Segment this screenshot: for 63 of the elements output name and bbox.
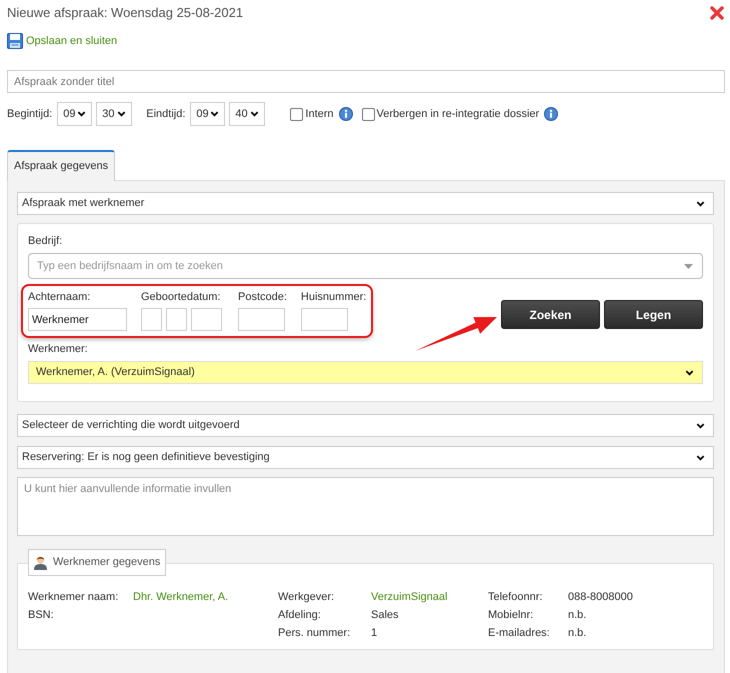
company-search-input[interactable]: Typ een bedrijfsnaam in om te zoeken xyxy=(28,253,703,279)
activity-select[interactable]: Selecteer de verrichting die wordt uitgevoerd xyxy=(17,414,714,437)
field-label: Achternaam: xyxy=(28,290,90,304)
field-label: Bedrijf: xyxy=(28,234,64,248)
checkbox[interactable] xyxy=(362,108,375,120)
postcode-input[interactable] xyxy=(238,308,285,331)
field-label: Telefoonnr: xyxy=(488,590,544,605)
field-label: BSN: xyxy=(28,608,55,623)
field-value: n.b. xyxy=(568,626,586,641)
field-label: Werknemer: xyxy=(28,342,89,356)
year-input[interactable] xyxy=(191,308,222,331)
employee-select[interactable]: Werknemer, A. (VerzuimSignaal) xyxy=(28,361,703,384)
close-icon[interactable] xyxy=(710,6,724,20)
field-label: Afdeling: xyxy=(278,608,322,623)
hour-select[interactable]: 09 xyxy=(57,102,92,126)
hour-select[interactable]: 09 xyxy=(190,102,226,126)
month-input[interactable] xyxy=(166,308,187,331)
minute-select[interactable]: 40 xyxy=(229,102,266,126)
chevron-down-icon xyxy=(696,200,705,206)
field-label: Werknemer naam: xyxy=(28,590,120,605)
house-number-input[interactable] xyxy=(300,308,348,331)
day-input[interactable] xyxy=(141,308,162,331)
field-label: Postcode: xyxy=(238,290,287,304)
action-button[interactable]: Legen xyxy=(604,300,703,329)
chevron-down-icon xyxy=(77,111,86,117)
field-value: 088-8008000 xyxy=(568,590,633,605)
field-value: n.b. xyxy=(568,608,586,623)
info-icon[interactable] xyxy=(544,107,558,121)
title-input[interactable]: Afspraak zonder titel xyxy=(7,70,725,93)
chevron-down-icon xyxy=(117,111,126,117)
window-title: Nieuwe afspraak: Woensdag 25-08-2021 xyxy=(7,5,244,21)
minute-select[interactable]: 30 xyxy=(96,102,132,126)
chevron-down-icon xyxy=(685,370,694,376)
field-value: 1 xyxy=(371,626,378,641)
save-link[interactable]: Opslaan en sluiten xyxy=(7,33,118,49)
legend-title: Werknemer gegevens xyxy=(53,555,160,570)
value-link[interactable]: Dhr. Werknemer, A. xyxy=(133,588,228,606)
field-value: Sales xyxy=(371,608,399,623)
field-label: Mobielnr: xyxy=(488,608,534,623)
action-button[interactable]: Zoeken xyxy=(501,300,600,329)
chevron-down-icon xyxy=(210,111,220,117)
checkbox-label: Verbergen in re-integratie dossier xyxy=(376,106,540,122)
tab[interactable]: Afspraak gegevens xyxy=(7,150,116,181)
info-icon[interactable] xyxy=(338,107,353,121)
notes-textarea[interactable]: U kunt hier aanvullende informatie invullen xyxy=(17,477,714,536)
field-label: E-mailadres: xyxy=(488,626,551,641)
field-label: Geboortedatum: xyxy=(141,290,220,304)
time-label: Eindtijd: xyxy=(146,106,186,122)
time-label: Begintijd: xyxy=(7,106,52,122)
chevron-down-icon xyxy=(696,422,705,428)
caret-down-icon xyxy=(684,264,693,269)
value-link[interactable]: VerzuimSignaal xyxy=(371,588,448,606)
person-icon xyxy=(33,555,48,570)
appointment-type-select[interactable]: Afspraak met werknemer xyxy=(17,192,714,215)
chevron-down-icon xyxy=(250,111,260,117)
checkbox-label: Intern xyxy=(305,106,334,122)
field-label: Huisnummer: xyxy=(300,290,366,304)
reservation-select[interactable]: Reservering: Er is nog geen definitieve bevestiging xyxy=(17,446,714,469)
field-label: Werkgever: xyxy=(278,590,336,605)
field-label: Pers. nummer: xyxy=(278,626,352,641)
checkbox[interactable] xyxy=(290,108,304,120)
surname-input[interactable]: Werknemer xyxy=(28,308,127,331)
chevron-down-icon xyxy=(696,454,705,460)
